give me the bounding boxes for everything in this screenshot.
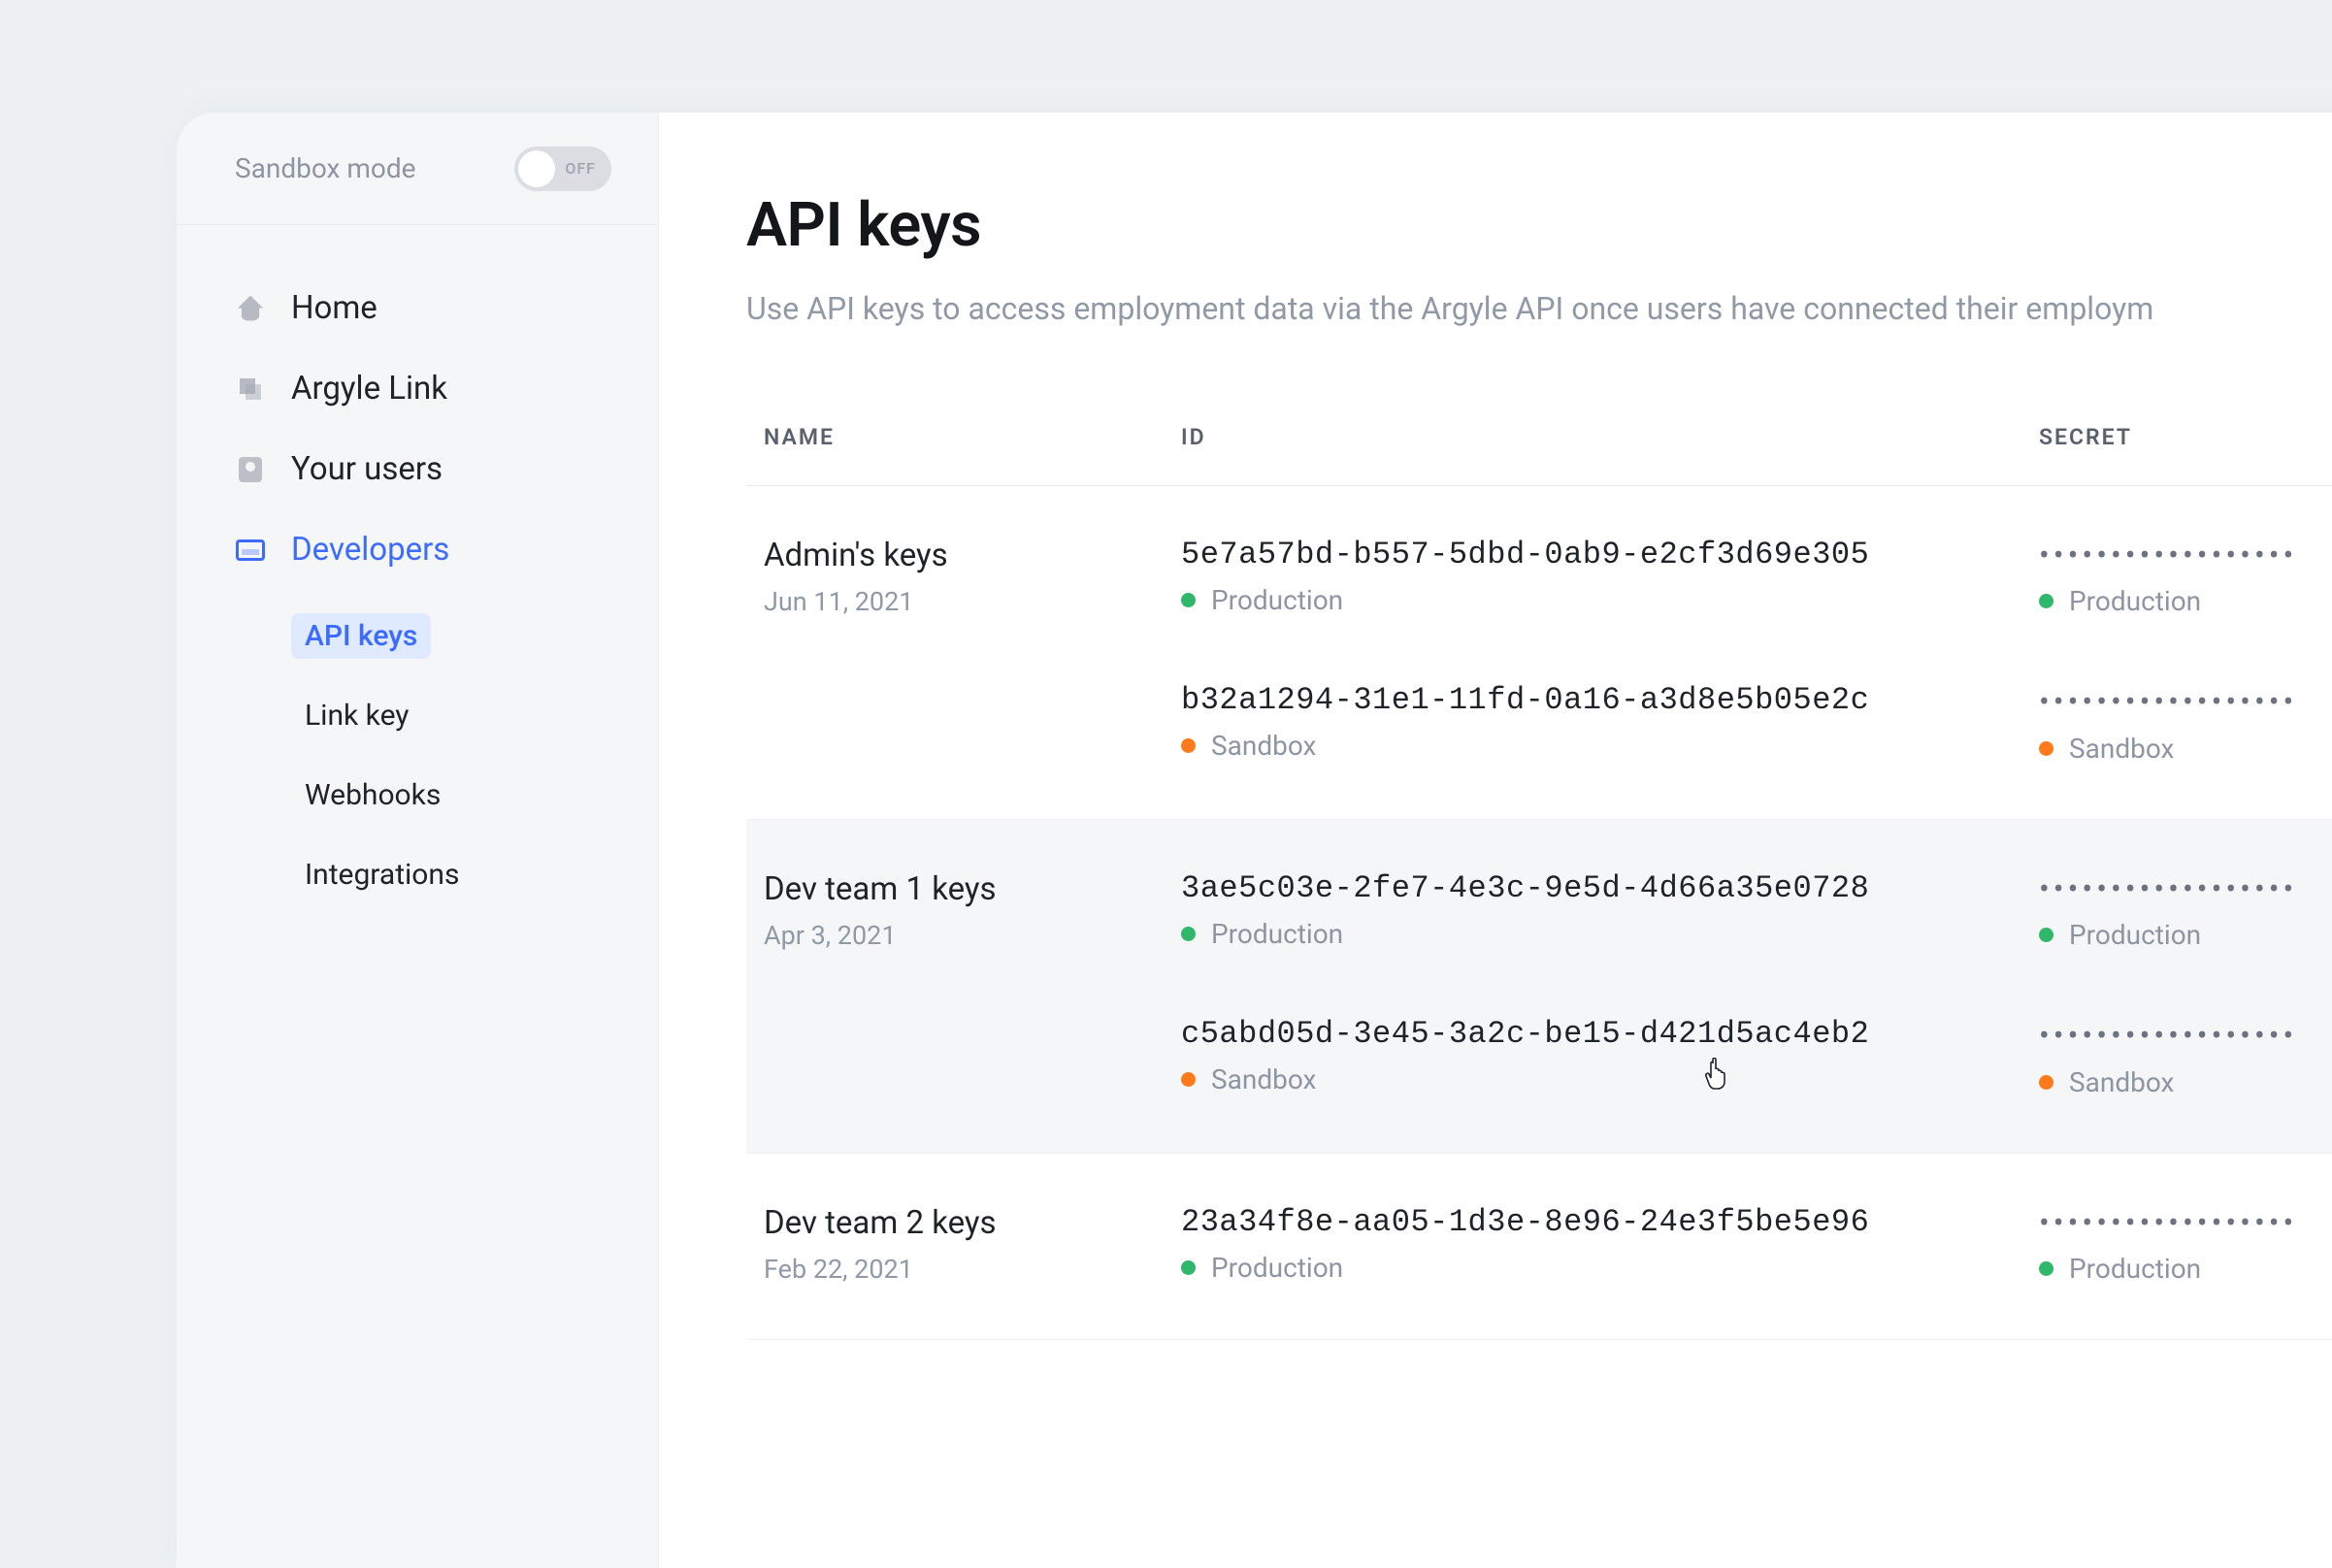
production-id[interactable]: 23a34f8e-aa05-1d3e-8e96-24e3f5be5e96 — [1181, 1204, 2039, 1240]
sandbox-dot-icon — [1181, 1072, 1196, 1087]
sandbox-dot-icon — [2039, 741, 2053, 756]
home-icon — [235, 293, 266, 324]
production-dot-icon — [1181, 927, 1196, 941]
nav-argyle-link[interactable]: Argyle Link — [177, 348, 658, 429]
production-dot-icon — [2039, 594, 2053, 608]
developers-icon — [235, 535, 266, 566]
key-set-date: Jun 11, 2021 — [764, 586, 1181, 617]
cell-ids: 5e7a57bd-b557-5dbd-0ab9-e2cf3d69e305 Pro… — [1181, 537, 2039, 765]
sandbox-dot-icon — [2039, 1075, 2053, 1090]
users-icon — [235, 454, 266, 485]
sandbox-label: Sandbox — [1211, 1063, 1316, 1095]
sandbox-secret[interactable]: •••••••••••••••••• — [2039, 1017, 2332, 1054]
production-dot-icon — [1181, 593, 1196, 607]
sandbox-id-block: b32a1294-31e1-11fd-0a16-a3d8e5b05e2c San… — [1181, 682, 2039, 762]
production-label: Production — [2069, 919, 2201, 951]
nav-developers[interactable]: Developers — [177, 509, 658, 590]
production-dot-icon — [2039, 928, 2053, 942]
subnav-link-key-label: Link key — [291, 693, 423, 738]
nav-your-users[interactable]: Your users — [177, 429, 658, 509]
page-subtitle: Use API keys to access employment data v… — [746, 290, 2332, 327]
key-set-name: Dev team 2 keys — [764, 1204, 1181, 1242]
sandbox-dot-icon — [1181, 738, 1196, 753]
table-row[interactable]: Dev team 2 keys Feb 22, 2021 23a34f8e-aa… — [746, 1154, 2332, 1340]
sandbox-id[interactable]: c5abd05d-3e45-3a2c-be15-d421d5ac4eb2 — [1181, 1016, 2039, 1052]
subnav-webhooks[interactable]: Webhooks — [291, 755, 658, 834]
production-secret-block: •••••••••••••••••• Production — [2039, 1204, 2332, 1285]
key-set-name: Admin's keys — [764, 537, 1181, 574]
production-id[interactable]: 5e7a57bd-b557-5dbd-0ab9-e2cf3d69e305 — [1181, 537, 2039, 572]
subnav-link-key[interactable]: Link key — [291, 675, 658, 755]
sidebar: Sandbox mode OFF Home Argyle Link Your — [177, 113, 659, 1568]
cell-name: Dev team 2 keys Feb 22, 2021 — [764, 1204, 1181, 1285]
nav-home-label: Home — [291, 289, 378, 327]
subnav-api-keys-label: API keys — [291, 613, 431, 659]
th-id: ID — [1181, 424, 2039, 450]
sandbox-secret[interactable]: •••••••••••••••••• — [2039, 683, 2332, 720]
cell-secrets: •••••••••••••••••• Production ••••••••••… — [2039, 537, 2332, 765]
subnav-webhooks-label: Webhooks — [291, 772, 454, 818]
nav-developers-label: Developers — [291, 531, 449, 569]
production-id-block: 5e7a57bd-b557-5dbd-0ab9-e2cf3d69e305 Pro… — [1181, 537, 2039, 616]
sandbox-id-block: c5abd05d-3e45-3a2c-be15-d421d5ac4eb2 San… — [1181, 1016, 2039, 1095]
sandbox-toggle-row: Sandbox mode OFF — [177, 113, 658, 225]
main-content: API keys Use API keys to access employme… — [659, 113, 2332, 1568]
th-name: NAME — [764, 424, 1181, 450]
production-label: Production — [1211, 1252, 1343, 1284]
toggle-knob — [518, 150, 555, 187]
production-id-block: 3ae5c03e-2fe7-4e3c-9e5d-4d66a35e0728 Pro… — [1181, 870, 2039, 950]
primary-nav: Home Argyle Link Your users Developers A… — [177, 225, 658, 914]
production-secret-block: •••••••••••••••••• Production — [2039, 537, 2332, 617]
subnav-api-keys[interactable]: API keys — [291, 596, 658, 675]
cell-name: Admin's keys Jun 11, 2021 — [764, 537, 1181, 765]
production-dot-icon — [1181, 1260, 1196, 1275]
cell-secrets: •••••••••••••••••• Production ••••••••••… — [2039, 870, 2332, 1098]
sandbox-secret-block: •••••••••••••••••• Sandbox — [2039, 683, 2332, 764]
sandbox-label: Sandbox — [2069, 733, 2174, 765]
sandbox-label: Sandbox — [2069, 1066, 2174, 1098]
cell-name: Dev team 1 keys Apr 3, 2021 — [764, 870, 1181, 1098]
th-secret: SECRET — [2039, 424, 2332, 450]
api-keys-table: NAME ID SECRET Admin's keys Jun 11, 2021… — [746, 424, 2332, 1340]
key-set-date: Apr 3, 2021 — [764, 920, 1181, 951]
nav-home[interactable]: Home — [177, 268, 658, 348]
link-icon — [235, 374, 266, 405]
production-label: Production — [2069, 585, 2201, 617]
key-set-date: Feb 22, 2021 — [764, 1254, 1181, 1285]
production-secret[interactable]: •••••••••••••••••• — [2039, 1204, 2332, 1241]
nav-link-label: Argyle Link — [291, 370, 447, 408]
key-set-name: Dev team 1 keys — [764, 870, 1181, 908]
production-secret[interactable]: •••••••••••••••••• — [2039, 870, 2332, 907]
sandbox-mode-label: Sandbox mode — [235, 152, 416, 184]
cell-ids: 3ae5c03e-2fe7-4e3c-9e5d-4d66a35e0728 Pro… — [1181, 870, 2039, 1098]
production-label: Production — [1211, 584, 1343, 616]
sandbox-secret-block: •••••••••••••••••• Sandbox — [2039, 1017, 2332, 1097]
table-row[interactable]: Admin's keys Jun 11, 2021 5e7a57bd-b557-… — [746, 486, 2332, 820]
cell-secrets: •••••••••••••••••• Production — [2039, 1204, 2332, 1285]
production-secret[interactable]: •••••••••••••••••• — [2039, 537, 2332, 573]
toggle-off-label: OFF — [565, 159, 596, 178]
cell-ids: 23a34f8e-aa05-1d3e-8e96-24e3f5be5e96 Pro… — [1181, 1204, 2039, 1285]
table-header-row: NAME ID SECRET — [746, 424, 2332, 486]
sandbox-id[interactable]: b32a1294-31e1-11fd-0a16-a3d8e5b05e2c — [1181, 682, 2039, 718]
subnav-integrations[interactable]: Integrations — [291, 834, 658, 914]
production-dot-icon — [2039, 1261, 2053, 1276]
developers-subnav: API keys Link key Webhooks Integrations — [177, 590, 658, 914]
app-window: Sandbox mode OFF Home Argyle Link Your — [177, 113, 2332, 1568]
production-id[interactable]: 3ae5c03e-2fe7-4e3c-9e5d-4d66a35e0728 — [1181, 870, 2039, 906]
sandbox-label: Sandbox — [1211, 730, 1316, 762]
production-label: Production — [1211, 918, 1343, 950]
production-secret-block: •••••••••••••••••• Production — [2039, 870, 2332, 951]
sandbox-toggle[interactable]: OFF — [514, 147, 611, 191]
production-id-block: 23a34f8e-aa05-1d3e-8e96-24e3f5be5e96 Pro… — [1181, 1204, 2039, 1284]
production-label: Production — [2069, 1253, 2201, 1285]
table-row[interactable]: Dev team 1 keys Apr 3, 2021 3ae5c03e-2fe… — [746, 820, 2332, 1154]
nav-users-label: Your users — [291, 450, 443, 488]
subnav-integrations-label: Integrations — [291, 852, 473, 898]
page-title: API keys — [746, 190, 2332, 261]
